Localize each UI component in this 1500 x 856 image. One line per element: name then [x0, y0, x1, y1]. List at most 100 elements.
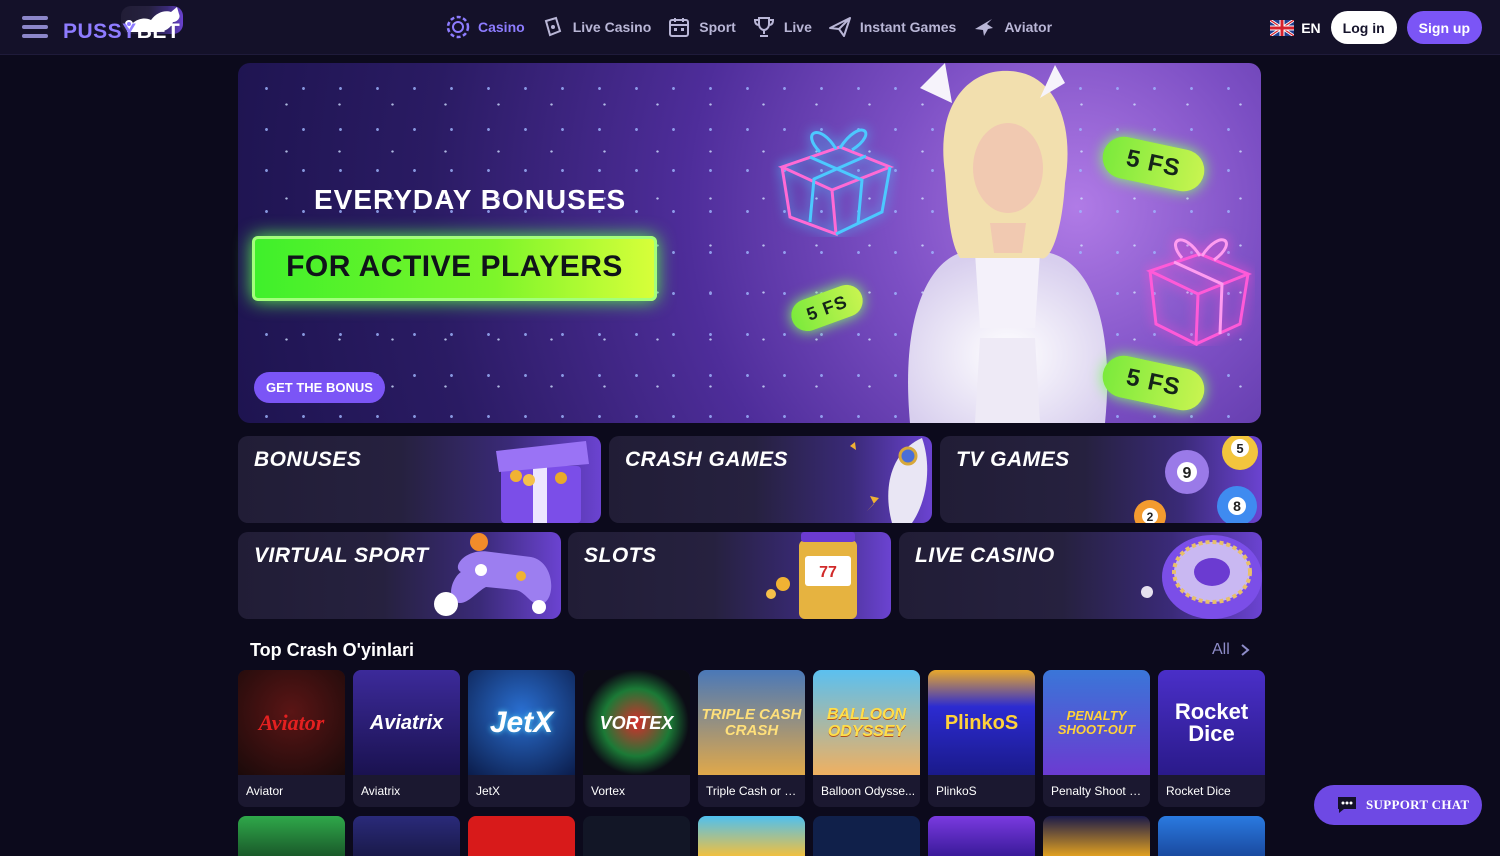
nav-casino[interactable]: Casino	[446, 14, 525, 40]
lottery-balls-icon: 9 5 8 2	[1134, 436, 1258, 523]
calendar-sport-icon	[669, 18, 690, 37]
nav-sport-label: Sport	[699, 19, 736, 35]
game-card-thumbnail[interactable]	[238, 816, 345, 856]
game-name: Vortex	[591, 784, 626, 798]
game-art-title: PENALTY SHOOT-OUT	[1057, 707, 1136, 737]
view-all-link[interactable]: All	[1212, 641, 1252, 659]
nav-live-label: Live	[783, 19, 812, 35]
nav-aviator[interactable]: Aviator	[972, 14, 1052, 40]
game-card-penalty-shoot-out[interactable]: PENALTY SHOOT-OUT Penalty Shoot Out	[1043, 670, 1150, 807]
game-card-balloon-odyssey[interactable]: BALLOON ODYSSEY Balloon Odysse...	[813, 670, 920, 807]
category-label: TV GAMES	[956, 448, 1070, 471]
category-virtual-sport[interactable]: VIRTUAL SPORT	[238, 532, 561, 619]
game-thumbnail: VORTEX	[583, 670, 690, 775]
game-name: Penalty Shoot Out	[1051, 784, 1146, 798]
hero-highlight-text: FOR ACTIVE PLAYERS	[286, 250, 623, 283]
game-card-rocket-dice[interactable]: Rocket Dice Rocket Dice	[1158, 670, 1265, 807]
game-art-title: Rocket Dice	[1174, 698, 1249, 746]
game-name: Balloon Odysse...	[821, 784, 916, 798]
gift-box-icon	[777, 128, 895, 237]
game-card-triple-cash[interactable]: TRIPLE CASH CRASH Triple Cash or C...	[698, 670, 805, 807]
game-card-thumbnail[interactable]	[353, 816, 460, 856]
language-selector[interactable]: EN	[1270, 19, 1321, 36]
gamepad-icon	[434, 533, 552, 616]
game-card-plinkos[interactable]: PlinkoS PlinkoS	[928, 670, 1035, 807]
roulette-icon	[1141, 535, 1262, 619]
login-button[interactable]: Log in	[1330, 11, 1397, 44]
nav-live[interactable]: Live	[752, 14, 812, 40]
game-thumbnail: Rocket Dice	[1158, 670, 1265, 775]
game-art-title: VORTEX	[599, 712, 674, 733]
svg-text:5: 5	[1236, 441, 1243, 456]
game-name: Rocket Dice	[1166, 784, 1231, 798]
nav-casino-label: Casino	[478, 19, 525, 35]
nav-live-casino[interactable]: Live Casino	[541, 14, 651, 40]
game-art-title: JetX	[489, 705, 554, 739]
signup-button[interactable]: Sign up	[1406, 11, 1482, 44]
gift-box-neon-icon	[1146, 238, 1252, 346]
game-name: Triple Cash or C...	[706, 784, 801, 798]
game-art-title: TRIPLE CASH CRASH	[701, 705, 802, 739]
category-bonuses[interactable]: BONUSES	[238, 436, 601, 523]
game-art-title: Aviator	[258, 709, 325, 735]
game-card-thumbnail[interactable]	[928, 816, 1035, 856]
chevron-right-icon	[1241, 644, 1250, 656]
game-card-thumbnail[interactable]	[698, 816, 805, 856]
nav-sport[interactable]: Sport	[667, 14, 736, 40]
game-card-thumbnail[interactable]	[1043, 816, 1150, 856]
svg-text:2: 2	[1147, 510, 1154, 523]
support-chat-button[interactable]: SUPPORT CHAT	[1314, 785, 1482, 825]
category-crash-games[interactable]: CRASH GAMES	[609, 436, 932, 523]
gift-chest-icon	[496, 441, 589, 523]
game-card-thumbnail[interactable]	[468, 816, 575, 856]
game-thumbnail: BALLOON ODYSSEY	[813, 670, 920, 775]
game-card-thumbnail[interactable]	[1158, 816, 1265, 856]
game-card-aviatrix[interactable]: Aviatrix Aviatrix	[353, 670, 460, 807]
nav-aviator-label: Aviator	[1004, 19, 1053, 35]
game-art-title: PlinkoS	[944, 711, 1019, 734]
category-tv-games[interactable]: TV GAMES 9 5 8 2	[940, 436, 1262, 523]
game-thumbnail: Aviatrix	[353, 670, 460, 775]
category-live-casino[interactable]: LIVE CASINO	[899, 532, 1262, 619]
games-row: Aviator Aviator Aviatrix Aviatrix JetX J…	[238, 670, 1265, 807]
top-bar: PUSSYBET Casino Live Casino Sport Live I…	[0, 0, 1500, 55]
logo[interactable]: PUSSYBET	[63, 6, 188, 48]
game-thumbnail: JetX	[468, 670, 575, 775]
logo-text-b: BET	[136, 20, 181, 43]
game-card-jetx[interactable]: JetX JetX	[468, 670, 575, 807]
menu-hamburger-icon[interactable]	[22, 16, 48, 38]
category-label: LIVE CASINO	[915, 544, 1055, 567]
live-casino-icon	[544, 16, 561, 37]
game-card-vortex[interactable]: VORTEX Vortex	[583, 670, 690, 807]
get-bonus-button[interactable]: GET THE BONUS	[254, 372, 385, 403]
slot-machine-icon: 77	[766, 532, 857, 619]
plane-icon	[828, 17, 851, 37]
nav-instant-games[interactable]: Instant Games	[828, 14, 956, 40]
language-code: EN	[1301, 19, 1321, 36]
hero-model-image	[908, 63, 1108, 423]
view-all-label: All	[1212, 641, 1230, 658]
main-nav: Casino Live Casino Sport Live Instant Ga…	[446, 14, 1068, 40]
game-name: PlinkoS	[936, 784, 977, 798]
game-thumbnail: TRIPLE CASH CRASH	[698, 670, 805, 775]
logo-text-a: PUSSY	[63, 20, 137, 43]
uk-flag-icon	[1270, 19, 1295, 36]
casino-chip-icon	[446, 15, 470, 39]
game-name: Aviatrix	[361, 784, 401, 798]
nav-instant-games-label: Instant Games	[859, 19, 957, 35]
support-chat-label: SUPPORT CHAT	[1366, 797, 1470, 812]
game-name: JetX	[476, 784, 501, 798]
game-card-thumbnail[interactable]	[813, 816, 920, 856]
header-actions: EN Log in Sign up	[1270, 11, 1482, 44]
category-label: CRASH GAMES	[625, 448, 789, 471]
category-label: VIRTUAL SPORT	[254, 544, 429, 567]
game-art-title: Aviatrix	[369, 711, 444, 734]
game-card-thumbnail[interactable]	[583, 816, 690, 856]
svg-text:9: 9	[1183, 465, 1192, 482]
svg-text:8: 8	[1233, 498, 1241, 514]
category-slots[interactable]: SLOTS 77	[568, 532, 891, 619]
game-card-aviator[interactable]: Aviator Aviator	[238, 670, 345, 807]
svg-text:77: 77	[819, 564, 837, 581]
hero-headline: EVERYDAY BONUSES	[314, 184, 627, 215]
chat-bubble-icon	[1338, 797, 1356, 813]
